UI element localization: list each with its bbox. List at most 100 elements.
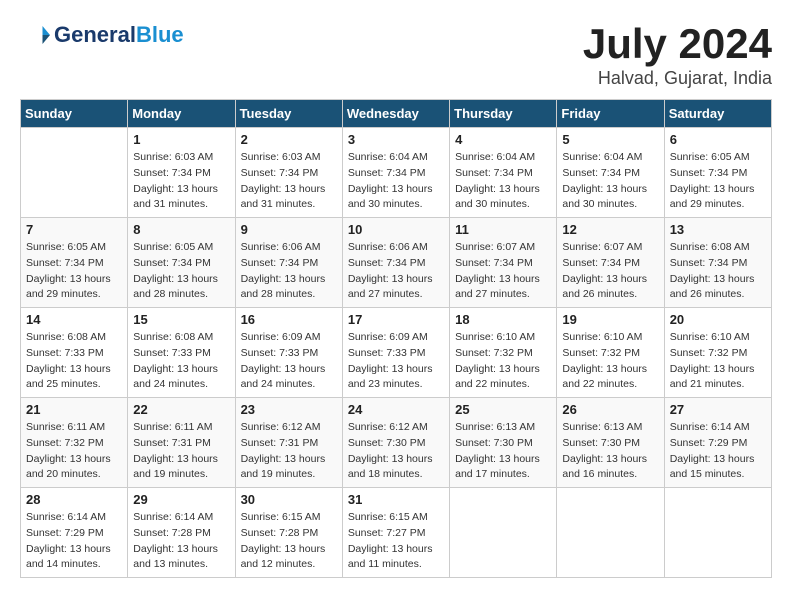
calendar-cell: 23 Sunrise: 6:12 AMSunset: 7:31 PMDayligh… xyxy=(235,398,342,488)
day-number: 8 xyxy=(133,222,229,237)
calendar-body: 1 Sunrise: 6:03 AMSunset: 7:34 PMDaylight… xyxy=(21,128,772,578)
day-info: Sunrise: 6:04 AMSunset: 7:34 PMDaylight:… xyxy=(455,150,551,213)
calendar-cell xyxy=(664,488,771,578)
calendar-cell: 1 Sunrise: 6:03 AMSunset: 7:34 PMDaylight… xyxy=(128,128,235,218)
calendar-cell: 12Sunrise: 6:07 AMSunset: 7:34 PMDayligh… xyxy=(557,218,664,308)
calendar-week-4: 21 Sunrise: 6:11 AMSunset: 7:32 PMDayligh… xyxy=(21,398,772,488)
day-number: 30 xyxy=(241,492,337,507)
calendar-cell: 13 Sunrise: 6:08 AMSunset: 7:34 PMDayligh… xyxy=(664,218,771,308)
weekday-header-monday: Monday xyxy=(128,100,235,128)
day-number: 1 xyxy=(133,132,229,147)
day-number: 23 xyxy=(241,402,337,417)
calendar-cell: 3 Sunrise: 6:04 AMSunset: 7:34 PMDaylight… xyxy=(342,128,449,218)
calendar-cell: 5Sunrise: 6:04 AMSunset: 7:34 PMDaylight… xyxy=(557,128,664,218)
calendar-cell xyxy=(450,488,557,578)
day-info: Sunrise: 6:10 AMSunset: 7:32 PMDaylight:… xyxy=(670,330,766,393)
weekday-header-sunday: Sunday xyxy=(21,100,128,128)
day-info: Sunrise: 6:12 AMSunset: 7:31 PMDaylight:… xyxy=(241,420,337,483)
calendar-cell: 6 Sunrise: 6:05 AMSunset: 7:34 PMDaylight… xyxy=(664,128,771,218)
weekday-header-saturday: Saturday xyxy=(664,100,771,128)
weekday-header-wednesday: Wednesday xyxy=(342,100,449,128)
day-info: Sunrise: 6:03 AMSunset: 7:34 PMDaylight:… xyxy=(133,150,229,213)
calendar-table: SundayMondayTuesdayWednesdayThursdayFrid… xyxy=(20,99,772,578)
day-number: 6 xyxy=(670,132,766,147)
day-info: Sunrise: 6:11 AMSunset: 7:32 PMDaylight:… xyxy=(26,420,122,483)
calendar-cell: 8 Sunrise: 6:05 AMSunset: 7:34 PMDaylight… xyxy=(128,218,235,308)
day-info: Sunrise: 6:04 AMSunset: 7:34 PMDaylight:… xyxy=(348,150,444,213)
day-number: 24 xyxy=(348,402,444,417)
day-number: 13 xyxy=(670,222,766,237)
day-number: 27 xyxy=(670,402,766,417)
calendar-cell: 11Sunrise: 6:07 AMSunset: 7:34 PMDayligh… xyxy=(450,218,557,308)
day-info: Sunrise: 6:05 AMSunset: 7:34 PMDaylight:… xyxy=(133,240,229,303)
day-info: Sunrise: 6:09 AMSunset: 7:33 PMDaylight:… xyxy=(348,330,444,393)
day-number: 19 xyxy=(562,312,658,327)
day-number: 17 xyxy=(348,312,444,327)
day-info: Sunrise: 6:08 AMSunset: 7:33 PMDaylight:… xyxy=(26,330,122,393)
day-info: Sunrise: 6:07 AMSunset: 7:34 PMDaylight:… xyxy=(562,240,658,303)
day-info: Sunrise: 6:15 AMSunset: 7:28 PMDaylight:… xyxy=(241,510,337,573)
month-title: July 2024 xyxy=(583,20,772,68)
calendar-cell: 18Sunrise: 6:10 AMSunset: 7:32 PMDayligh… xyxy=(450,308,557,398)
calendar-cell: 31 Sunrise: 6:15 AMSunset: 7:27 PMDayligh… xyxy=(342,488,449,578)
location: Halvad, Gujarat, India xyxy=(583,68,772,89)
day-number: 15 xyxy=(133,312,229,327)
calendar-week-5: 28Sunrise: 6:14 AMSunset: 7:29 PMDayligh… xyxy=(21,488,772,578)
day-info: Sunrise: 6:05 AMSunset: 7:34 PMDaylight:… xyxy=(670,150,766,213)
day-info: Sunrise: 6:15 AMSunset: 7:27 PMDaylight:… xyxy=(348,510,444,573)
day-info: Sunrise: 6:10 AMSunset: 7:32 PMDaylight:… xyxy=(562,330,658,393)
day-number: 14 xyxy=(26,312,122,327)
weekday-header-thursday: Thursday xyxy=(450,100,557,128)
day-number: 4 xyxy=(455,132,551,147)
calendar-week-1: 1 Sunrise: 6:03 AMSunset: 7:34 PMDaylight… xyxy=(21,128,772,218)
calendar-cell: 26 Sunrise: 6:13 AMSunset: 7:30 PMDayligh… xyxy=(557,398,664,488)
calendar-cell: 20 Sunrise: 6:10 AMSunset: 7:32 PMDayligh… xyxy=(664,308,771,398)
calendar-cell: 22Sunrise: 6:11 AMSunset: 7:31 PMDayligh… xyxy=(128,398,235,488)
calendar-week-3: 14 Sunrise: 6:08 AMSunset: 7:33 PMDayligh… xyxy=(21,308,772,398)
day-number: 11 xyxy=(455,222,551,237)
calendar-cell: 17 Sunrise: 6:09 AMSunset: 7:33 PMDayligh… xyxy=(342,308,449,398)
calendar-cell: 24 Sunrise: 6:12 AMSunset: 7:30 PMDayligh… xyxy=(342,398,449,488)
logo-text: GeneralBlue xyxy=(54,23,184,47)
day-number: 28 xyxy=(26,492,122,507)
day-info: Sunrise: 6:06 AMSunset: 7:34 PMDaylight:… xyxy=(241,240,337,303)
day-info: Sunrise: 6:13 AMSunset: 7:30 PMDaylight:… xyxy=(455,420,551,483)
calendar-cell: 27 Sunrise: 6:14 AMSunset: 7:29 PMDayligh… xyxy=(664,398,771,488)
calendar-cell: 21 Sunrise: 6:11 AMSunset: 7:32 PMDayligh… xyxy=(21,398,128,488)
weekday-header-friday: Friday xyxy=(557,100,664,128)
day-info: Sunrise: 6:10 AMSunset: 7:32 PMDaylight:… xyxy=(455,330,551,393)
day-info: Sunrise: 6:08 AMSunset: 7:33 PMDaylight:… xyxy=(133,330,229,393)
calendar-cell: 15 Sunrise: 6:08 AMSunset: 7:33 PMDayligh… xyxy=(128,308,235,398)
day-number: 31 xyxy=(348,492,444,507)
day-info: Sunrise: 6:12 AMSunset: 7:30 PMDaylight:… xyxy=(348,420,444,483)
title-block: July 2024 Halvad, Gujarat, India xyxy=(583,20,772,89)
calendar-cell xyxy=(557,488,664,578)
day-number: 26 xyxy=(562,402,658,417)
day-number: 10 xyxy=(348,222,444,237)
calendar-cell: 14 Sunrise: 6:08 AMSunset: 7:33 PMDayligh… xyxy=(21,308,128,398)
calendar-cell: 19 Sunrise: 6:10 AMSunset: 7:32 PMDayligh… xyxy=(557,308,664,398)
calendar-cell: 29Sunrise: 6:14 AMSunset: 7:28 PMDayligh… xyxy=(128,488,235,578)
day-number: 20 xyxy=(670,312,766,327)
calendar-cell: 2Sunrise: 6:03 AMSunset: 7:34 PMDaylight… xyxy=(235,128,342,218)
day-number: 21 xyxy=(26,402,122,417)
day-info: Sunrise: 6:06 AMSunset: 7:34 PMDaylight:… xyxy=(348,240,444,303)
day-number: 5 xyxy=(562,132,658,147)
day-info: Sunrise: 6:08 AMSunset: 7:34 PMDaylight:… xyxy=(670,240,766,303)
day-info: Sunrise: 6:05 AMSunset: 7:34 PMDaylight:… xyxy=(26,240,122,303)
calendar-header-row: SundayMondayTuesdayWednesdayThursdayFrid… xyxy=(21,100,772,128)
calendar-cell: 16Sunrise: 6:09 AMSunset: 7:33 PMDayligh… xyxy=(235,308,342,398)
day-number: 25 xyxy=(455,402,551,417)
calendar-week-2: 7 Sunrise: 6:05 AMSunset: 7:34 PMDaylight… xyxy=(21,218,772,308)
calendar-cell: 9Sunrise: 6:06 AMSunset: 7:34 PMDaylight… xyxy=(235,218,342,308)
day-info: Sunrise: 6:13 AMSunset: 7:30 PMDaylight:… xyxy=(562,420,658,483)
day-info: Sunrise: 6:03 AMSunset: 7:34 PMDaylight:… xyxy=(241,150,337,213)
calendar-cell: 4 Sunrise: 6:04 AMSunset: 7:34 PMDaylight… xyxy=(450,128,557,218)
logo: GeneralBlue xyxy=(20,20,184,50)
day-number: 3 xyxy=(348,132,444,147)
day-info: Sunrise: 6:14 AMSunset: 7:29 PMDaylight:… xyxy=(670,420,766,483)
day-number: 7 xyxy=(26,222,122,237)
calendar-cell: 28Sunrise: 6:14 AMSunset: 7:29 PMDayligh… xyxy=(21,488,128,578)
page-header: GeneralBlue July 2024 Halvad, Gujarat, I… xyxy=(20,20,772,89)
weekday-header-tuesday: Tuesday xyxy=(235,100,342,128)
